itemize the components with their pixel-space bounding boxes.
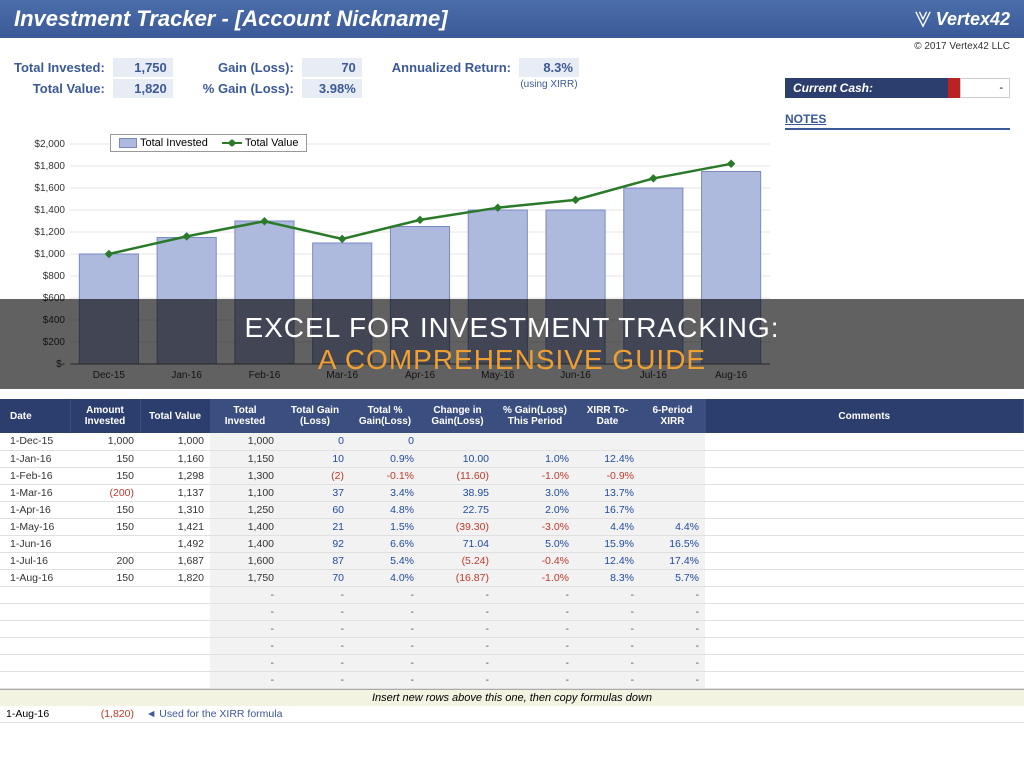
table-row[interactable]: 1-Jun-161,4921,400926.6%71.045.0%15.9%16… [0, 535, 1024, 552]
vertex-icon [914, 10, 932, 28]
pct-gain-label: % Gain (Loss): [203, 79, 294, 98]
table-row-empty[interactable]: ------- [0, 637, 1024, 654]
cash-label: Current Cash: [785, 78, 948, 98]
gain-value: 70 [302, 58, 362, 77]
table-body: 1-Dec-151,0001,0001,000001-Jan-161501,16… [0, 433, 1024, 688]
col-header: Date [0, 399, 70, 433]
col-header: % Gain(Loss) This Period [495, 399, 575, 433]
total-invested-label: Total Invested: [14, 58, 105, 77]
gain-label: Gain (Loss): [203, 58, 294, 77]
total-value-value: 1,820 [113, 79, 173, 98]
legend-bar-icon [119, 138, 137, 148]
table-row[interactable]: 1-Jan-161501,1601,150100.9%10.001.0%12.4… [0, 450, 1024, 467]
data-table-wrap: DateAmount InvestedTotal ValueTotal Inve… [0, 399, 1024, 723]
table-row-empty[interactable]: ------- [0, 654, 1024, 671]
table-row[interactable]: 1-Aug-161501,8201,750704.0%(16.87)-1.0%8… [0, 569, 1024, 586]
current-cash-bar: Current Cash: - [785, 78, 1010, 98]
table-row[interactable]: 1-Jul-162001,6871,600875.4%(5.24)-0.4%12… [0, 552, 1024, 569]
table-row-empty[interactable]: ------- [0, 603, 1024, 620]
ann-return-label: Annualized Return: [392, 58, 511, 77]
col-header: XIRR To-Date [575, 399, 640, 433]
col-header: Total Value [140, 399, 210, 433]
cash-indicator [948, 78, 960, 98]
col-header: Amount Invested [70, 399, 140, 433]
col-header: Total % Gain(Loss) [350, 399, 420, 433]
table-row[interactable]: 1-Mar-16(200)1,1371,100373.4%38.953.0%13… [0, 484, 1024, 501]
pct-gain-value: 3.98% [302, 79, 362, 98]
table-row-empty[interactable]: ------- [0, 586, 1024, 603]
overlay-line2: A COMPREHENSIVE GUIDE [318, 344, 706, 376]
svg-text:$1,600: $1,600 [34, 183, 65, 194]
table-row[interactable]: 1-Apr-161501,3101,250604.8%22.752.0%16.7… [0, 501, 1024, 518]
table-row[interactable]: 1-May-161501,4211,400211.5%(39.30)-3.0%4… [0, 518, 1024, 535]
xirr-formula-row: 1-Aug-16 (1,820) ◄ Used for the XIRR for… [0, 706, 1024, 723]
col-header: 6-Period XIRR [640, 399, 705, 433]
summary-row: Total Invested: 1,750 Total Value: 1,820… [0, 52, 1024, 130]
ann-return-sub: (using XIRR) [519, 79, 579, 90]
brand-logo: Vertex42 [914, 9, 1010, 30]
page-title: Investment Tracker - [Account Nickname] [14, 6, 448, 32]
chart-legend: Total Invested Total Value [110, 134, 307, 152]
svg-text:$1,800: $1,800 [34, 161, 65, 172]
svg-text:$1,400: $1,400 [34, 205, 65, 216]
ann-return-value: 8.3% [519, 58, 579, 77]
data-table: DateAmount InvestedTotal ValueTotal Inve… [0, 399, 1024, 689]
svg-text:$1,200: $1,200 [34, 227, 65, 238]
overlay-banner: EXCEL FOR INVESTMENT TRACKING: A COMPREH… [0, 299, 1024, 389]
table-row[interactable]: 1-Feb-161501,2981,300(2)-0.1%(11.60)-1.0… [0, 467, 1024, 484]
col-header: Comments [705, 399, 1024, 433]
col-header: Change in Gain(Loss) [420, 399, 495, 433]
svg-text:$800: $800 [43, 271, 66, 282]
title-bar: Investment Tracker - [Account Nickname] … [0, 0, 1024, 38]
watermark: Advice [946, 727, 1012, 750]
svg-text:$1,000: $1,000 [34, 249, 65, 260]
total-value-label: Total Value: [14, 79, 105, 98]
col-header: Total Invested [210, 399, 280, 433]
table-row-empty[interactable]: ------- [0, 620, 1024, 637]
cash-value[interactable]: - [960, 78, 1010, 98]
total-invested-value: 1,750 [113, 58, 173, 77]
svg-text:$2,000: $2,000 [34, 139, 65, 150]
overlay-line1: EXCEL FOR INVESTMENT TRACKING: [244, 312, 779, 344]
notes-header: NOTES [785, 112, 1010, 130]
table-row-empty[interactable]: ------- [0, 671, 1024, 688]
legend-line-icon [222, 142, 242, 144]
table-header-row: DateAmount InvestedTotal ValueTotal Inve… [0, 399, 1024, 433]
col-header: Total Gain (Loss) [280, 399, 350, 433]
table-row[interactable]: 1-Dec-151,0001,0001,00000 [0, 433, 1024, 450]
insert-note: Insert new rows above this one, then cop… [0, 689, 1024, 706]
copyright: © 2017 Vertex42 LLC [0, 38, 1024, 52]
